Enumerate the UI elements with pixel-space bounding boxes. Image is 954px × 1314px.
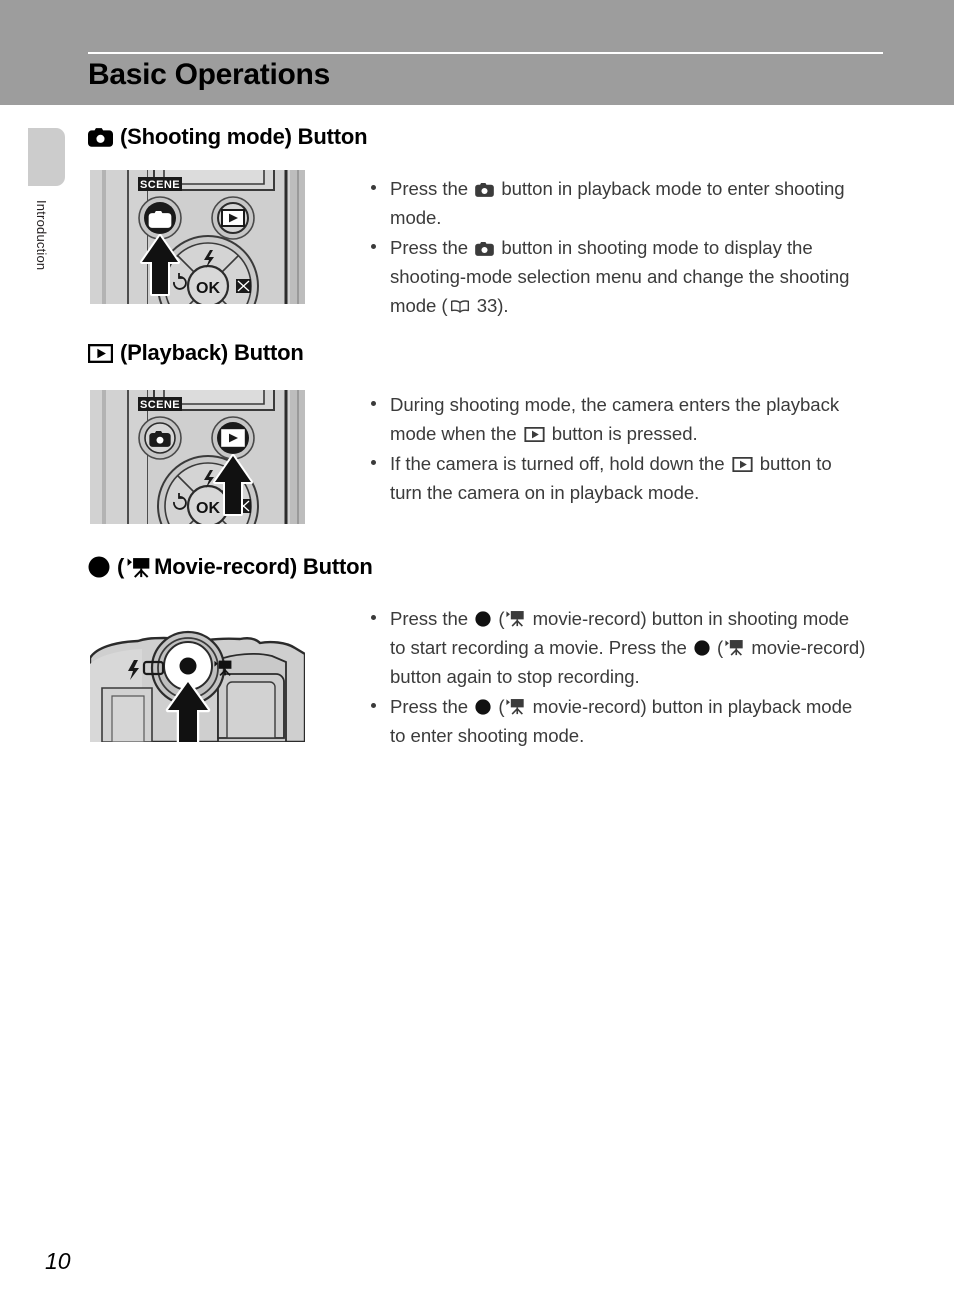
camera-back-shooting-mode-illustration: SCENE OK xyxy=(90,170,305,304)
text-run: Press the xyxy=(390,178,474,199)
bullet-text: Press the button in shooting mode to dis… xyxy=(390,233,868,320)
record-dot-icon xyxy=(88,556,110,578)
text-run: ( xyxy=(493,696,505,717)
text-run: ( xyxy=(711,637,724,658)
bullet-text: If the camera is turned off, hold down t… xyxy=(390,449,868,507)
record-dot-icon xyxy=(475,699,491,715)
movie-camera-icon xyxy=(506,610,526,627)
heading-movie-record-button: ( Movie-record) Button xyxy=(88,554,373,580)
movie-camera-icon xyxy=(127,556,151,578)
movie-camera-icon xyxy=(506,698,526,715)
text-run: Press the xyxy=(390,696,474,717)
playback-icon xyxy=(523,427,545,442)
bullet-dot xyxy=(371,244,376,249)
bullet-dot xyxy=(371,703,376,708)
bullet-dot xyxy=(371,401,376,406)
heading-open-paren: ( xyxy=(117,554,125,579)
text-run: button is pressed. xyxy=(546,423,698,444)
movie-camera-icon xyxy=(725,639,744,656)
bullet-text: Press the ( movie-record) button in shoo… xyxy=(390,604,868,691)
section-tab-label: Introduction xyxy=(34,200,49,271)
camera-icon xyxy=(475,242,495,256)
playback-icon xyxy=(88,343,113,363)
bullets-shooting-mode: Press the button in playback mode to ent… xyxy=(368,174,868,321)
camera-back-playback-illustration: SCENE OK xyxy=(90,390,305,524)
header-divider xyxy=(88,52,883,54)
svg-text:SCENE: SCENE xyxy=(140,399,180,411)
page-title: Basic Operations xyxy=(88,58,330,91)
svg-text:SCENE: SCENE xyxy=(140,179,180,191)
heading-text: (Shooting mode) Button xyxy=(120,124,368,149)
text-run: Press the xyxy=(390,608,474,629)
svg-text:OK: OK xyxy=(196,280,220,297)
camera-top-movie-record-illustration xyxy=(90,630,305,742)
list-item: During shooting mode, the camera enters … xyxy=(368,390,868,448)
book-icon xyxy=(450,300,470,314)
bullets-movie-record: Press the ( movie-record) button in shoo… xyxy=(368,604,868,751)
page-header-band: Basic Operations xyxy=(0,0,954,105)
list-item: Press the button in shooting mode to dis… xyxy=(368,233,868,320)
text-run: If the camera is turned off, hold down t… xyxy=(390,453,730,474)
list-item: Press the ( movie-record) button in play… xyxy=(368,692,868,750)
bullet-dot xyxy=(371,185,376,190)
svg-text:OK: OK xyxy=(196,500,220,517)
camera-icon xyxy=(88,127,113,147)
bullet-text: Press the ( movie-record) button in play… xyxy=(390,692,868,750)
list-item: Press the ( movie-record) button in shoo… xyxy=(368,604,868,691)
bullet-dot xyxy=(371,615,376,620)
text-run: ( xyxy=(493,608,505,629)
heading-text: Movie-record) Button xyxy=(154,554,373,579)
bullet-text: Press the button in playback mode to ent… xyxy=(390,174,868,232)
page-number: 10 xyxy=(45,1248,71,1274)
bullets-playback: During shooting mode, the camera enters … xyxy=(368,390,868,508)
camera-icon xyxy=(475,183,495,197)
bullet-text: During shooting mode, the camera enters … xyxy=(390,390,868,448)
record-dot-icon xyxy=(475,611,491,627)
heading-shooting-mode-button: (Shooting mode) Button xyxy=(88,124,368,150)
list-item: If the camera is turned off, hold down t… xyxy=(368,449,868,507)
text-run: 33). xyxy=(471,295,509,316)
record-dot-icon xyxy=(694,640,710,656)
playback-icon xyxy=(732,457,753,472)
heading-playback-button: (Playback) Button xyxy=(88,340,304,366)
heading-text: (Playback) Button xyxy=(120,340,304,365)
bullet-dot xyxy=(371,460,376,465)
list-item: Press the button in playback mode to ent… xyxy=(368,174,868,232)
text-run: Press the xyxy=(390,237,474,258)
section-tab-marker xyxy=(28,128,65,186)
